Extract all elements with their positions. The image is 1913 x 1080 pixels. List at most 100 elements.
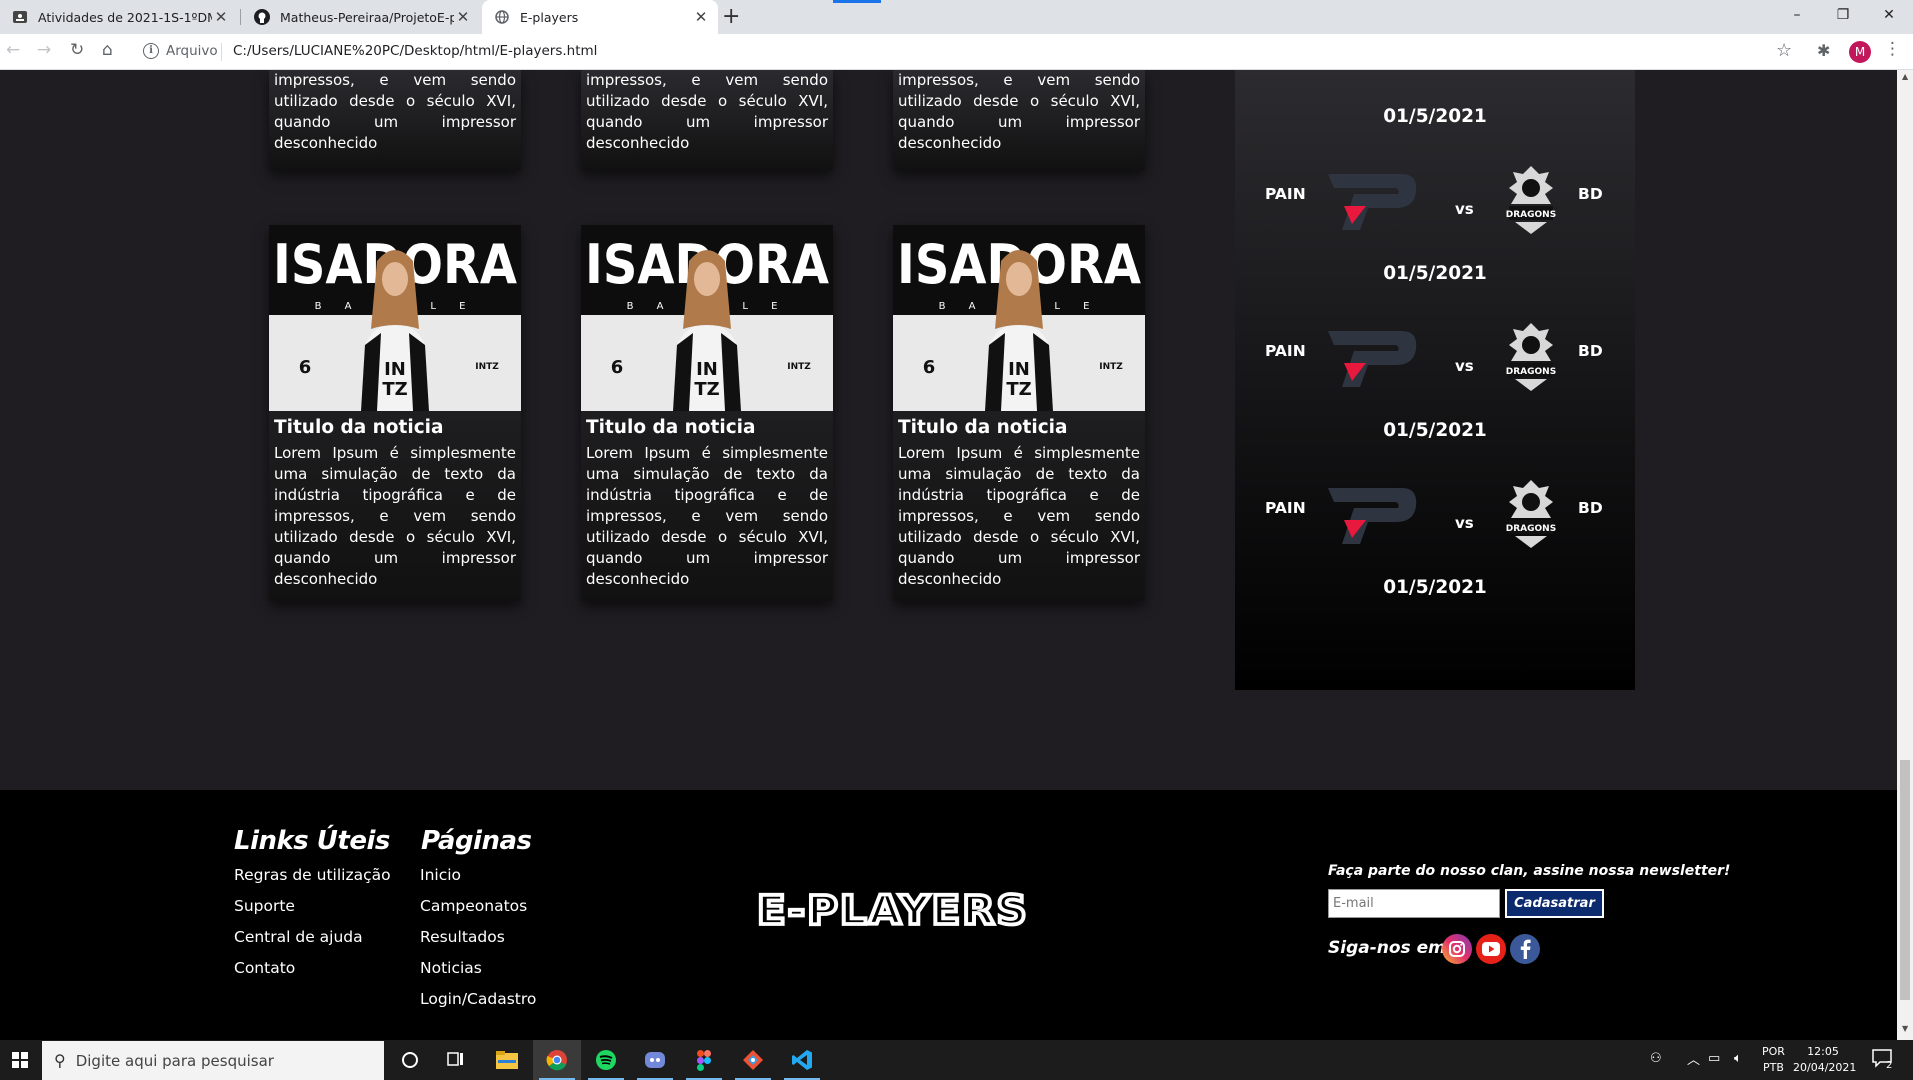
- volume-icon[interactable]: 🔈︎: [1734, 1051, 1742, 1066]
- minimize-button[interactable]: –: [1774, 0, 1820, 30]
- task-view-icon[interactable]: [432, 1040, 480, 1080]
- brand-logo[interactable]: E-PLAYERS: [755, 885, 1102, 936]
- news-card[interactable]: indústria tipográfica e de impressos, e …: [269, 70, 521, 170]
- match-date: 01/5/2021: [1383, 420, 1487, 441]
- news-image[interactable]: ISADORA B A S I L E IN TZ 6 INTZ: [269, 225, 521, 411]
- chrome-icon[interactable]: [533, 1040, 581, 1080]
- scroll-down-arrow-icon[interactable]: ▼: [1902, 1024, 1908, 1033]
- clock-time: 12:05: [1807, 1045, 1839, 1058]
- match-date: 01/5/2021: [1383, 577, 1487, 598]
- news-title: Titulo da noticia: [586, 417, 756, 438]
- profile-avatar[interactable]: M: [1849, 41, 1871, 63]
- svg-text:INTZ: INTZ: [475, 362, 499, 372]
- network-icon[interactable]: ▭: [1708, 1051, 1720, 1066]
- clock[interactable]: 12:05 20/04/2021: [1793, 1044, 1857, 1076]
- versus-label: vs: [1455, 514, 1474, 532]
- extensions-icon[interactable]: ✱: [1817, 41, 1830, 60]
- tray-chevron-icon[interactable]: ︿: [1687, 1049, 1700, 1068]
- bookmark-star-icon[interactable]: ☆: [1776, 40, 1792, 61]
- news-image[interactable]: ISADORA B A S I L E IN TZ 6 INTZ: [893, 225, 1145, 411]
- language-code: POR: [1762, 1045, 1785, 1058]
- url-separator: [221, 43, 222, 61]
- people-icon[interactable]: ⚇: [1650, 1051, 1662, 1066]
- close-tab-icon[interactable]: ✕: [454, 8, 472, 26]
- search-placeholder: Digite aqui para pesquisar: [75, 1051, 274, 1070]
- taskbar-search[interactable]: ⚲ Digite aqui para pesquisar: [42, 1041, 384, 1080]
- footer-link-help[interactable]: Central de ajuda: [234, 928, 363, 946]
- forward-button[interactable]: →: [37, 40, 51, 60]
- windows-taskbar: ⚲ Digite aqui para pesquisar ⚇ ︿ ▭ 🔈︎ PO…: [0, 1040, 1913, 1080]
- restore-button[interactable]: ❐: [1820, 0, 1866, 30]
- tab-strip: Atividades de 2021-1S-1ºDM ✕ Matheus-Per…: [0, 0, 1913, 34]
- git-icon[interactable]: [729, 1040, 777, 1080]
- close-tab-icon[interactable]: ✕: [692, 8, 710, 26]
- footer-page-resultados[interactable]: Resultados: [420, 928, 505, 946]
- news-card[interactable]: indústria tipográfica e de impressos, e …: [893, 70, 1145, 170]
- vscode-icon[interactable]: [778, 1040, 826, 1080]
- scroll-up-arrow-icon[interactable]: ▲: [1902, 72, 1908, 81]
- newsletter-title: Faça parte do nosso clan, assine nossa n…: [1328, 863, 1731, 879]
- close-tab-icon[interactable]: ✕: [212, 8, 230, 26]
- figma-icon[interactable]: [680, 1040, 728, 1080]
- footer-page-campeonatos[interactable]: Campeonatos: [420, 897, 527, 915]
- home-button[interactable]: ⌂: [102, 40, 113, 60]
- news-card[interactable]: ISADORA B A S I L E IN TZ 6 INTZ Titulo …: [269, 225, 521, 601]
- team-right: BD: [1578, 185, 1603, 203]
- footer-page-login[interactable]: Login/Cadastro: [420, 990, 536, 1008]
- footer-link-support[interactable]: Suporte: [234, 897, 295, 915]
- new-tab-button[interactable]: +: [722, 4, 740, 29]
- cortana-icon[interactable]: [386, 1040, 434, 1080]
- tab-title: Atividades de 2021-1S-1ºDM: [38, 9, 212, 25]
- file-explorer-icon[interactable]: [483, 1040, 531, 1080]
- tab-github[interactable]: Matheus-Pereiraa/ProjetoE-palye ✕: [242, 0, 480, 34]
- team-right: BD: [1578, 499, 1603, 517]
- notification-count: 2: [1886, 1060, 1893, 1071]
- svg-text:IN: IN: [384, 359, 406, 380]
- language-indicator[interactable]: POR PTB: [1762, 1044, 1785, 1076]
- youtube-icon[interactable]: [1476, 934, 1506, 964]
- versus-label: vs: [1455, 200, 1474, 218]
- close-window-button[interactable]: ✕: [1866, 0, 1912, 30]
- search-icon: ⚲: [54, 1051, 66, 1070]
- github-icon: [254, 9, 270, 25]
- tab-eplayers[interactable]: E-players ✕: [482, 0, 718, 34]
- news-image[interactable]: ISADORA B A S I L E IN TZ 6 INTZ: [581, 225, 833, 411]
- team-left: PAIN: [1265, 342, 1306, 360]
- match-date: 01/5/2021: [1383, 263, 1487, 284]
- news-card[interactable]: ISADORA B A S I L E IN TZ 6 INTZ Titulo …: [893, 225, 1145, 601]
- svg-text:IN: IN: [1008, 359, 1030, 380]
- menu-icon[interactable]: ⋮: [1884, 39, 1901, 59]
- dragons-logo: DRAGONS: [1505, 478, 1557, 550]
- subscribe-button[interactable]: Cadasatrar: [1505, 889, 1604, 918]
- footer-page-noticias[interactable]: Noticias: [420, 959, 482, 977]
- address-bar[interactable]: C:/Users/LUCIANE%20PC/Desktop/html/E-pla…: [233, 43, 597, 59]
- email-input[interactable]: [1328, 889, 1500, 918]
- news-card[interactable]: indústria tipográfica e de impressos, e …: [581, 70, 833, 170]
- footer-link-rules[interactable]: Regras de utilização: [234, 866, 391, 884]
- spotify-icon[interactable]: [582, 1040, 630, 1080]
- dragons-logo: DRAGONS: [1505, 164, 1557, 236]
- tab-atividades[interactable]: Atividades de 2021-1S-1ºDM ✕: [0, 0, 238, 34]
- clock-date: 20/04/2021: [1793, 1061, 1857, 1074]
- pain-logo: [1320, 164, 1420, 236]
- news-card[interactable]: ISADORA B A S I L E IN TZ 6 INTZ Titulo …: [581, 225, 833, 601]
- security-label[interactable]: Arquivo: [166, 43, 218, 59]
- page-viewport: indústria tipográfica e de impressos, e …: [0, 70, 1897, 1040]
- facebook-icon[interactable]: [1510, 934, 1540, 964]
- pages-heading: Páginas: [421, 826, 532, 856]
- reload-button[interactable]: ↻: [70, 40, 84, 60]
- scrollbar-thumb[interactable]: [1900, 760, 1910, 1000]
- svg-text:TZ: TZ: [382, 379, 407, 400]
- instagram-icon[interactable]: [1442, 934, 1472, 964]
- info-icon[interactable]: i: [143, 43, 159, 59]
- footer-link-contact[interactable]: Contato: [234, 959, 295, 977]
- start-button[interactable]: [0, 1040, 40, 1080]
- svg-text:6: 6: [611, 357, 624, 378]
- discord-icon[interactable]: [631, 1040, 679, 1080]
- team-right: BD: [1578, 342, 1603, 360]
- back-button[interactable]: ←: [6, 40, 20, 60]
- matches-sidebar: 01/5/2021 PAIN vs DRAGONS BD 01/5/2021 P…: [1235, 70, 1635, 690]
- globe-icon: [494, 9, 510, 25]
- keyboard-layout: PTB: [1763, 1061, 1784, 1074]
- footer-page-inicio[interactable]: Inicio: [420, 866, 461, 884]
